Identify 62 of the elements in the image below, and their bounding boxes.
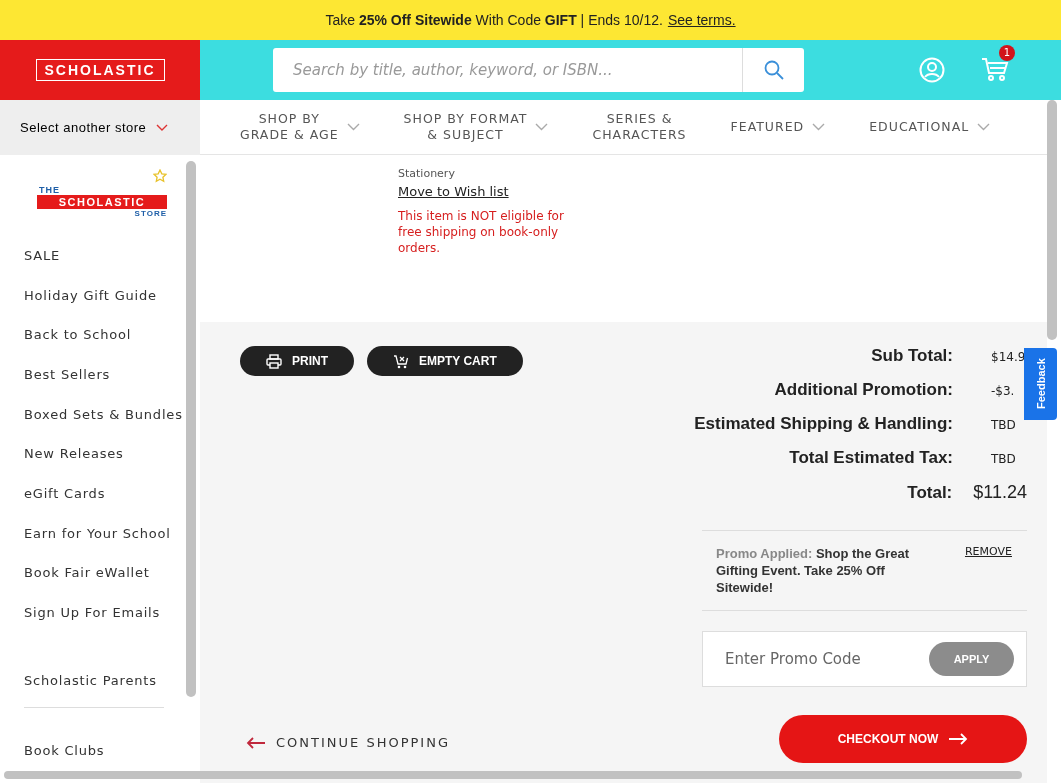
see-terms-link[interactable]: See terms. (667, 12, 736, 28)
move-to-wish-list-link[interactable]: Move to Wish list (398, 184, 509, 199)
scholastic-logo[interactable]: SCHOLASTIC (35, 59, 165, 81)
cart-count-badge: 1 (999, 44, 1015, 61)
sidebar-link[interactable]: Boxed Sets & Bundles (24, 394, 183, 435)
sidebar-link[interactable]: Scholastic Parents (24, 660, 157, 701)
cart-remove-icon (393, 353, 409, 369)
star-icon (153, 169, 167, 183)
search-button[interactable] (742, 48, 804, 92)
promo-applied-text: Promo Applied: Shop the Great Gifting Event. Take 25% Off Sitewide! (716, 545, 911, 596)
summary-label: Total: (906, 483, 953, 503)
search-field[interactable]: Search by title, author, keyword, or ISBN... (273, 48, 742, 92)
scrollbar[interactable] (4, 771, 1022, 779)
summary-label: Additional Promotion: (773, 380, 953, 400)
sidebar-link[interactable]: SALE (24, 236, 61, 276)
summary-value: -$3. (991, 384, 1016, 398)
shipping-warning: This item is NOT eligible for free shipping on book-only orders. (398, 208, 565, 256)
scrollbar[interactable] (186, 161, 196, 697)
summary-value: $11.24 (973, 482, 1027, 503)
promo-message: Take 25% Off Sitewide With Code GIFT | Ends 10/12. (325, 12, 663, 28)
continue-shopping-link[interactable]: CONTINUE SHOPPING (240, 735, 682, 750)
sidebar-link[interactable]: Holiday Gift Guide (24, 275, 157, 316)
summary-label: Estimated Shipping & Handling: (693, 414, 953, 434)
sidebar-link[interactable]: Earn for Your School (24, 513, 171, 554)
empty-cart-button[interactable]: EMPTY CART (367, 346, 523, 376)
summary-value: TBD (991, 452, 1017, 466)
sidebar-link[interactable]: New Releases (24, 434, 124, 475)
caret-icon (977, 123, 991, 131)
nav-menu-item[interactable]: FEATURED (730, 119, 826, 135)
sidebar-link[interactable]: Best Sellers (24, 355, 111, 395)
promo-code-field[interactable]: Enter Promo Code (723, 649, 929, 669)
product-category: Stationery (398, 167, 456, 180)
sidebar-link[interactable]: Back to School (24, 315, 132, 356)
sidebar-link[interactable]: Sign Up For Emails (24, 593, 161, 633)
sidebar-link[interactable]: Book Clubs (24, 731, 105, 772)
checkout-button[interactable]: CHECKOUT NOW (779, 715, 1027, 763)
store-selector[interactable]: Select another store (0, 100, 200, 155)
scrollbar[interactable] (1047, 100, 1057, 340)
arrow-left-icon (246, 736, 266, 749)
caret-icon (812, 123, 826, 131)
sidebar-link[interactable]: Book Fair eWallet (24, 553, 150, 594)
summary-label: Total Estimated Tax: (788, 448, 953, 468)
cart-icon (981, 55, 1009, 82)
account-icon[interactable] (919, 57, 945, 83)
feedback-tab[interactable]: Feedback (1024, 348, 1057, 420)
sidebar-link[interactable]: eGift Cards (24, 474, 106, 514)
nav-menu-item[interactable]: SHOP BY FORMAT & SUBJECT (403, 111, 549, 143)
search-icon (763, 60, 784, 80)
print-button[interactable]: PRINT (240, 346, 354, 376)
store-logo[interactable]: THE SCHOLASTIC STORE (37, 169, 167, 218)
caret-icon (346, 123, 360, 131)
printer-icon (266, 353, 282, 369)
nav-menu-item[interactable]: SERIES & CHARACTERS (592, 111, 687, 143)
caret-icon (535, 123, 549, 131)
caret-icon (156, 123, 169, 132)
arrow-right-icon (948, 733, 969, 745)
summary-value: TBD (991, 418, 1017, 432)
nav-menu-item[interactable]: EDUCATIONAL (869, 119, 991, 135)
nav-menu-item[interactable]: SHOP BY GRADE & AGE (240, 111, 360, 143)
summary-value: $14.9 (991, 350, 1027, 364)
remove-promo-link[interactable]: REMOVE (964, 545, 1012, 558)
summary-label: Sub Total: (870, 346, 953, 366)
